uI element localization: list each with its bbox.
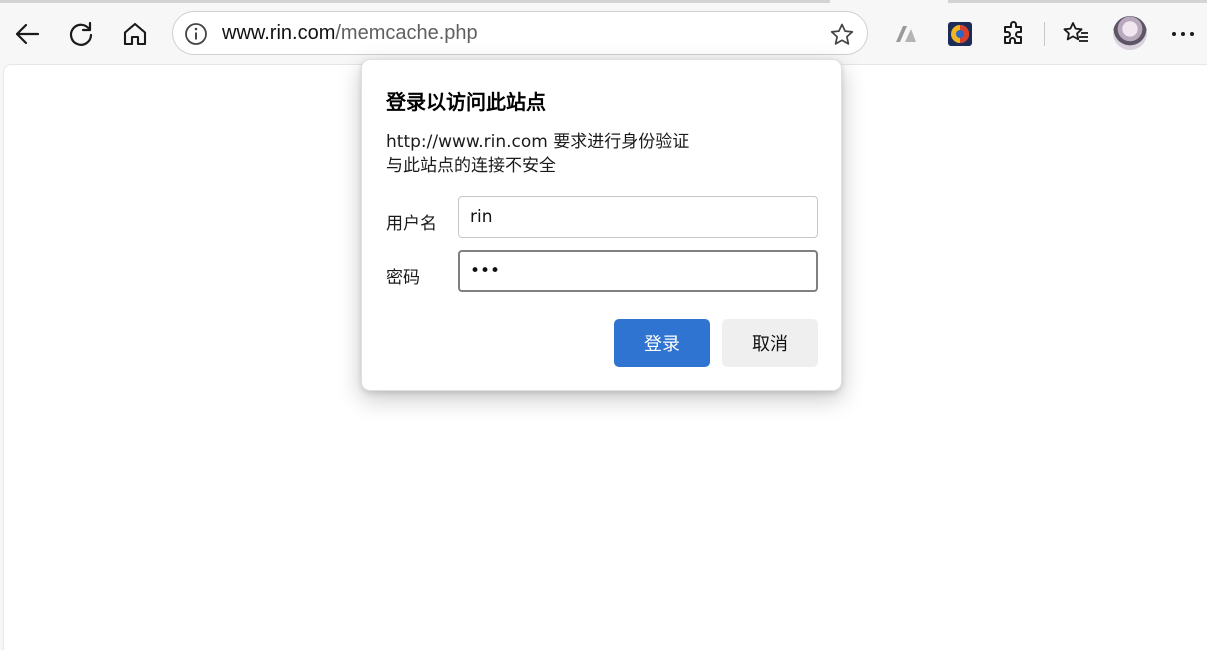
dialog-message: http://www.rin.com 要求进行身份验证 <box>386 132 690 152</box>
extension-color-icon[interactable] <box>940 14 980 54</box>
tab-strip-edge <box>948 0 1207 3</box>
auth-dialog: 登录以访问此站点 http://www.rin.com 要求进行身份验证 与此站… <box>361 59 842 391</box>
login-button[interactable]: 登录 <box>614 319 710 367</box>
browser-toolbar: www.rin.com/memcache.php <box>0 0 1207 66</box>
star-icon[interactable] <box>828 21 856 49</box>
url-path: /memcache.php <box>335 22 478 44</box>
password-label: 密码 <box>386 268 420 288</box>
username-field[interactable]: rin <box>458 196 818 238</box>
extension-a-icon[interactable] <box>886 14 926 54</box>
puzzle-icon[interactable] <box>994 14 1034 54</box>
info-icon[interactable] <box>183 21 209 47</box>
cancel-button[interactable]: 取消 <box>722 319 818 367</box>
url-text[interactable]: www.rin.com/memcache.php <box>222 22 478 45</box>
dialog-title: 登录以访问此站点 <box>386 90 546 114</box>
dialog-warning: 与此站点的连接不安全 <box>386 156 556 176</box>
tab-strip-edge <box>0 0 830 3</box>
url-host: www.rin.com <box>222 22 336 44</box>
username-label: 用户名 <box>386 214 437 234</box>
back-arrow-icon[interactable] <box>7 14 47 54</box>
home-icon[interactable] <box>115 14 155 54</box>
refresh-icon[interactable] <box>61 14 101 54</box>
favorites-icon[interactable] <box>1056 14 1096 54</box>
password-field[interactable]: ••• <box>458 250 818 292</box>
address-bar[interactable]: www.rin.com/memcache.php <box>172 11 868 55</box>
toolbar-separator <box>1044 22 1045 46</box>
more-icon[interactable] <box>1163 14 1203 54</box>
profile-avatar[interactable] <box>1113 16 1147 50</box>
